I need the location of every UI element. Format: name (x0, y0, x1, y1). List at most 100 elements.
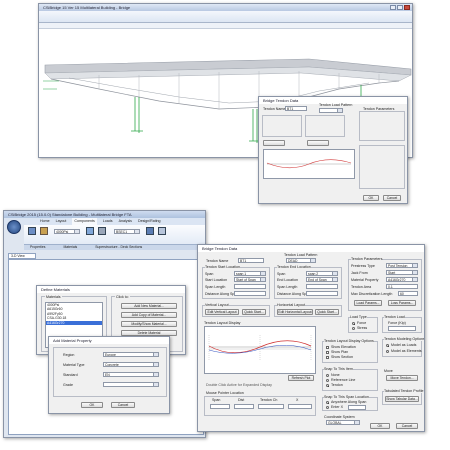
tendon-dialog-title: Bridge Tendon Data (202, 246, 238, 251)
grade-label: Grade (63, 383, 73, 387)
ribbon-icon-4[interactable] (98, 227, 106, 235)
end-distance-field[interactable] (306, 291, 338, 296)
show-tabular-data-button[interactable]: Show Tabular Data... (385, 396, 419, 402)
load-type-header: Load Type (350, 315, 367, 319)
vertical-quick-start-button[interactable]: Quick Start... (242, 309, 266, 315)
jack-from-label: Jack From (351, 271, 368, 275)
top-app-title: CSiBridge 15 Ver 15 Multilateral Buildin… (43, 5, 131, 10)
ribbon-group-labels: Properties Materials Superstructure - De… (24, 245, 205, 250)
snap-anywhere-radio[interactable] (326, 401, 329, 404)
snap-tendon-radio[interactable] (326, 384, 329, 387)
load-pattern-label: Tendon Load Pattern (284, 253, 318, 257)
ribbon-icon-5[interactable] (146, 227, 154, 235)
snap-refline-radio[interactable] (326, 379, 329, 382)
pointer-dist-field (234, 404, 254, 409)
refresh-plot-button[interactable]: Refresh Plot (288, 375, 314, 381)
close-icon[interactable] (404, 5, 410, 10)
model-as-elements-radio[interactable] (386, 350, 389, 353)
tendon-load-field[interactable] (388, 326, 416, 331)
ribbon-icon-6[interactable] (158, 227, 166, 235)
move-tendon-button[interactable]: Move Tendon... (386, 375, 418, 381)
top-edit-vertical-button[interactable] (263, 140, 285, 146)
snap-enterx-radio[interactable] (326, 406, 329, 409)
start-span-length-field[interactable] (234, 284, 266, 289)
add-material-ok-button[interactable]: OK (81, 402, 103, 408)
ribbon-icon-1[interactable] (28, 227, 36, 235)
tendon-ok-button[interactable]: OK (370, 423, 390, 429)
end-span-select[interactable]: span 2 (306, 271, 338, 276)
prestress-type-label: Prestress Type (351, 264, 375, 268)
horizontal-quick-start-button[interactable]: Quick Start... (315, 309, 339, 315)
coord-system-select[interactable]: GLOBAL (326, 420, 360, 425)
edit-horizontal-layout-button[interactable]: Edit Horizontal Layout (277, 309, 313, 315)
snap-location-header: Snap To This Span Location (324, 395, 369, 399)
top-app-titlebar: CSiBridge 15 Ver 15 Multilateral Buildin… (39, 4, 412, 11)
loss-params-button[interactable]: Loss Params... (388, 300, 416, 306)
region-select[interactable]: Europe (103, 352, 159, 357)
grade-select[interactable] (103, 382, 159, 387)
tab-components[interactable]: Components (72, 218, 97, 225)
tendon-dialog: Bridge Tendon Data Tendon Name BT1 Tendo… (197, 244, 425, 432)
top-ok-button[interactable]: OK (363, 195, 379, 201)
ribbon-material-select[interactable]: 4000Psi (54, 229, 80, 234)
snap-none-radio[interactable] (326, 374, 329, 377)
layout-display-plot[interactable] (204, 326, 316, 374)
material-type-select[interactable]: Concrete (103, 362, 159, 367)
top-load-pattern-select[interactable] (319, 108, 343, 113)
tab-layout[interactable]: Layout (56, 218, 67, 225)
edit-vertical-layout-button[interactable]: Edit Vertical Layout (205, 309, 239, 315)
end-location-select[interactable]: End of Span (306, 277, 338, 282)
tendon-cancel-button[interactable]: Cancel (396, 423, 418, 429)
tab-loads[interactable]: Loads (103, 218, 113, 225)
tab-analysis[interactable]: Analysis (119, 218, 132, 225)
show-plan-checkbox[interactable] (326, 351, 329, 354)
materials-header: Materials (45, 295, 62, 299)
top-layout-plot[interactable] (263, 149, 355, 179)
show-section-checkbox[interactable] (326, 356, 329, 359)
snap-enterx-field[interactable] (348, 405, 366, 410)
show-elevation-label: Show Elevation (331, 345, 356, 349)
top-layout-curve (266, 159, 352, 169)
tendon-area-field[interactable]: 0.1 (386, 284, 418, 289)
tab-home[interactable]: Home (40, 218, 50, 225)
minimize-icon[interactable] (390, 5, 396, 10)
load-params-button[interactable]: Load Params... (354, 300, 382, 306)
modify-material-button[interactable]: Modify/Show Material... (121, 321, 177, 327)
snap-enterx-label: Enter X (331, 405, 343, 409)
load-type-stress-radio[interactable] (352, 327, 355, 330)
start-span-select[interactable]: span 1 (234, 271, 266, 276)
model-as-loads-radio[interactable] (386, 344, 389, 347)
top-app-window-controls (390, 5, 410, 10)
top-tendon-name-label: Tendon Name (263, 107, 286, 111)
tendon-name-field[interactable]: BT1 (238, 258, 264, 263)
max-discretization-field[interactable]: 60 (398, 291, 418, 296)
add-new-material-button[interactable]: Add New Material... (121, 303, 177, 309)
start-distance-field[interactable] (234, 291, 266, 296)
end-span-length-label: Span Length (277, 285, 298, 289)
material-property-select[interactable]: A416Gr270 (386, 277, 418, 282)
end-span-length-field[interactable] (306, 284, 338, 289)
prestress-type-select[interactable]: Post Tension (386, 263, 418, 268)
start-span-label: Span (205, 272, 214, 276)
show-elevation-checkbox[interactable] (326, 346, 329, 349)
top-edit-horizontal-button[interactable] (307, 140, 329, 146)
add-material-cancel-button[interactable]: Cancel (111, 402, 135, 408)
maximize-icon[interactable] (397, 5, 403, 10)
tab-design[interactable]: Design/Rating (138, 218, 161, 225)
load-type-force-radio[interactable] (352, 322, 355, 325)
modeling-group (382, 339, 422, 357)
ribbon-section-select[interactable]: BSEC1 (114, 229, 140, 234)
jack-from-select[interactable]: Start (386, 270, 418, 275)
app-logo-icon[interactable] (7, 220, 21, 234)
ribbon-icon-3[interactable] (86, 227, 94, 235)
top-start-group (262, 115, 302, 137)
start-location-select[interactable]: Start of Span (234, 277, 266, 282)
tendon-profile-chart (208, 335, 312, 361)
add-copy-material-button[interactable]: Add Copy of Material... (121, 312, 177, 318)
load-pattern-select[interactable]: DEAD (286, 258, 316, 263)
top-cancel-button[interactable]: Cancel (383, 195, 401, 201)
standard-select[interactable]: EN (103, 372, 159, 377)
top-tendon-name-field[interactable]: BT1 (285, 106, 307, 111)
material-item[interactable]: A416Gr270 (46, 320, 102, 326)
ribbon-icon-2[interactable] (40, 227, 48, 235)
